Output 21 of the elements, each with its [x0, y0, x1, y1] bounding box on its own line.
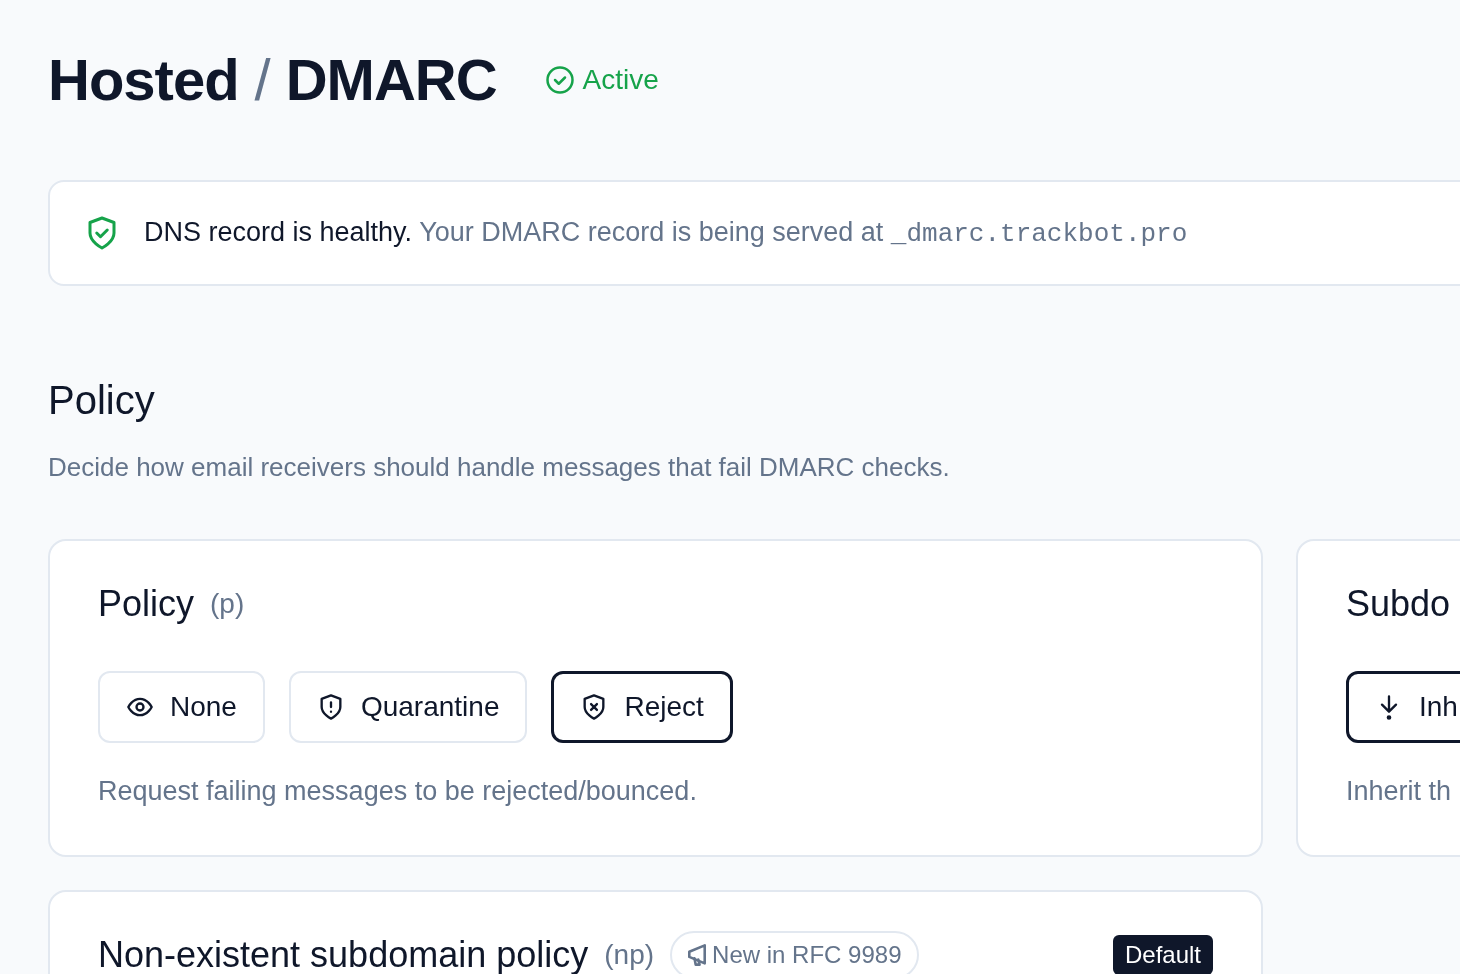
card-title: Subdo — [1346, 581, 1451, 626]
section-description: Decide how email receivers should handle messages that fail DMARC checks. — [48, 450, 951, 484]
card-title: Policy — [98, 581, 195, 626]
banner-text: DNS record is healthy. Your DMARC record is being served at _dmarc.trackbot.pro — [144, 215, 1188, 251]
option-hint: Inherit th — [1346, 774, 1453, 808]
option-button[interactable]: None — [98, 670, 265, 743]
info-pill: New in RFC 9989 — [670, 931, 920, 974]
page-title: Hosted — [48, 48, 239, 112]
parameter-tag: (p) — [210, 582, 245, 625]
title-separator: / — [254, 48, 270, 112]
option-button[interactable]: Quarantine — [288, 670, 528, 743]
check-circle-icon — [544, 64, 575, 95]
option-button[interactable]: Inh — [1346, 670, 1460, 743]
option-button[interactable]: Reject — [551, 670, 733, 743]
status-label: Active — [582, 62, 659, 97]
section-title: Policy — [48, 376, 156, 424]
page-subtitle: DMARC — [285, 48, 497, 112]
parameter-tag: (np) — [604, 934, 655, 974]
option-hint: Request failing messages to be rejected/bounced. — [98, 774, 698, 808]
megaphone-icon — [688, 944, 707, 967]
default-badge: Default — [1112, 935, 1213, 974]
